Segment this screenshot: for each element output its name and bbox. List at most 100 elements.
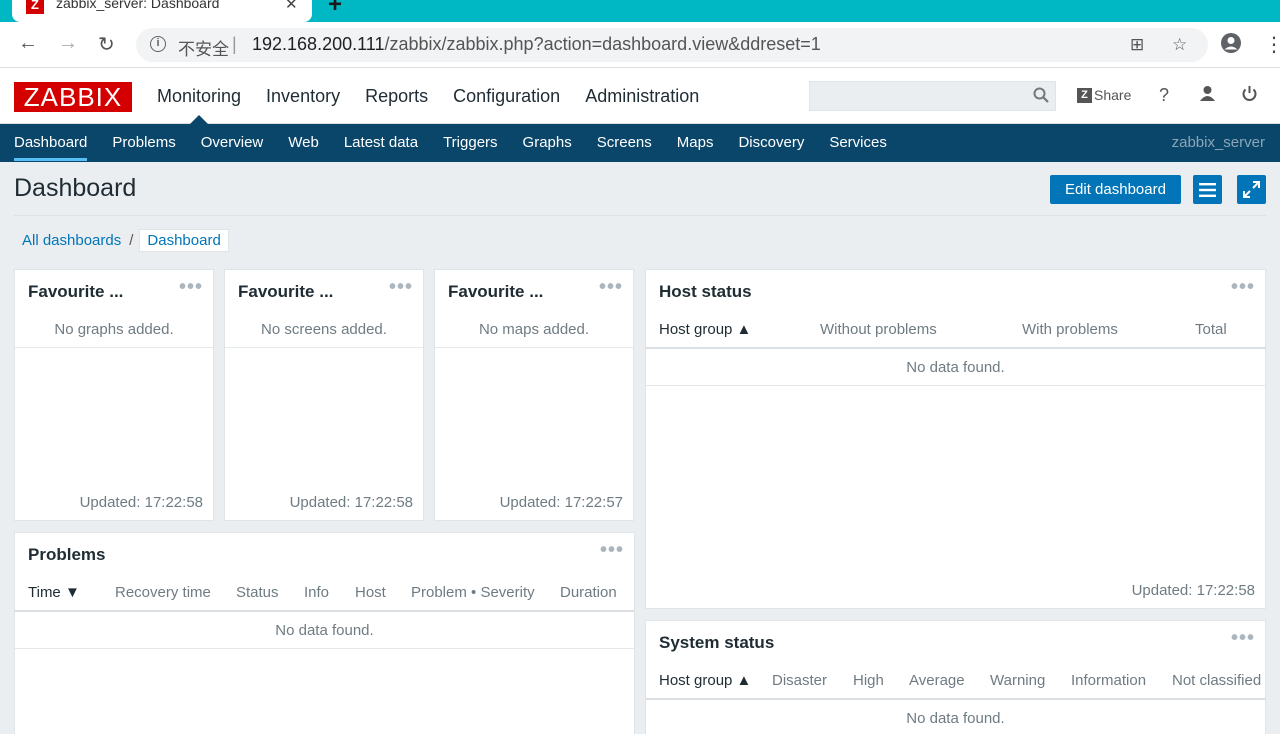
reload-icon[interactable]: ↻ <box>98 32 115 57</box>
widget-options-icon[interactable]: ••• <box>599 276 623 299</box>
widget-empty-message: No data found. <box>275 622 374 639</box>
widget-problems: Problems ••• Time ▼ Recovery time Status… <box>14 532 635 734</box>
widget-options-icon[interactable]: ••• <box>1231 276 1255 299</box>
search-input[interactable] <box>809 81 1056 111</box>
column-status: Status <box>236 584 279 601</box>
zabbix-logo[interactable]: ZABBIX <box>14 82 132 112</box>
zabbix-header: ZABBIX Monitoring Inventory Reports Conf… <box>0 68 1280 124</box>
widget-updated: Updated: 17:22:58 <box>289 494 413 511</box>
column-not-classified: Not classified <box>1172 672 1262 689</box>
help-icon[interactable]: ? <box>1159 85 1169 106</box>
table-header-divider <box>646 347 1265 349</box>
insecure-label: 不安全 <box>178 40 229 59</box>
column-disaster: Disaster <box>772 672 828 689</box>
menu-administration[interactable]: Administration <box>585 86 699 107</box>
submenu-graphs[interactable]: Graphs <box>523 134 572 151</box>
browser-toolbar: ← → ↻ i 不安全 | 192.168.200.111/zabbix/zab… <box>0 22 1280 68</box>
search-icon[interactable] <box>1033 87 1049 103</box>
user-profile-icon[interactable] <box>1199 85 1216 107</box>
share-button[interactable]: Z Share <box>1077 87 1131 103</box>
breadcrumb-current[interactable]: Dashboard <box>139 229 229 252</box>
widget-row-divider <box>646 385 1265 386</box>
column-without-problems: Without problems <box>820 321 937 338</box>
column-warning: Warning <box>990 672 1046 689</box>
browser-tab[interactable]: Z zabbix_server: Dashboard ✕ <box>12 0 312 22</box>
browser-menu-icon[interactable]: ⋮ <box>1264 32 1280 57</box>
url-separator: | <box>232 34 237 54</box>
column-info: Info <box>304 584 330 601</box>
widget-row-divider <box>15 347 213 348</box>
submenu-triggers[interactable]: Triggers <box>443 134 497 151</box>
main-menu: Monitoring Inventory Reports Configurati… <box>157 86 699 107</box>
widget-options-icon[interactable]: ••• <box>179 276 203 299</box>
menu-reports[interactable]: Reports <box>365 86 428 107</box>
profile-avatar-icon[interactable] <box>1220 32 1242 60</box>
menu-inventory[interactable]: Inventory <box>266 86 340 107</box>
submenu-services[interactable]: Services <box>829 134 887 151</box>
widget-empty-message: No data found. <box>906 359 1005 376</box>
title-divider <box>14 215 1266 216</box>
zabbix-share-icon: Z <box>1077 87 1092 103</box>
sub-menu: Dashboard Problems Overview Web Latest d… <box>0 124 1280 162</box>
forward-arrow-icon[interactable]: → <box>58 32 78 55</box>
dashboard-actions-button[interactable] <box>1193 175 1222 204</box>
share-label: Share <box>1094 87 1132 103</box>
new-tab-icon[interactable]: + <box>328 0 342 19</box>
browser-tabstrip: Z zabbix_server: Dashboard ✕ + <box>0 0 1280 22</box>
widget-title: Favourite ... <box>448 282 544 301</box>
widget-title: System status <box>659 633 775 652</box>
menu-configuration[interactable]: Configuration <box>453 86 560 107</box>
tab-close-icon[interactable]: ✕ <box>285 0 298 13</box>
widget-updated: Updated: 17:22:58 <box>1131 582 1255 599</box>
info-icon[interactable]: i <box>150 36 166 52</box>
submenu-latest-data[interactable]: Latest data <box>344 134 418 151</box>
widget-options-icon[interactable]: ••• <box>1231 627 1255 650</box>
widget-row-divider <box>435 347 633 348</box>
widget-updated: Updated: 17:22:58 <box>79 494 203 511</box>
widget-row-divider <box>225 347 423 348</box>
back-arrow-icon[interactable]: ← <box>18 32 38 55</box>
submenu-dashboard[interactable]: Dashboard <box>14 134 88 161</box>
url-text[interactable]: 192.168.200.111/zabbix/zabbix.php?action… <box>252 34 821 55</box>
translate-icon[interactable]: ⊞ <box>1130 35 1144 55</box>
widget-empty-message: No maps added. <box>478 321 590 338</box>
widget-options-icon[interactable]: ••• <box>600 539 624 562</box>
sign-out-icon[interactable] <box>1241 85 1258 107</box>
widget-favourite-graphs: Favourite ... ••• No graphs added. Updat… <box>14 269 214 521</box>
widget-title: Favourite ... <box>238 282 334 301</box>
submenu-maps[interactable]: Maps <box>677 134 714 151</box>
column-host-group[interactable]: Host group ▲ <box>659 672 751 689</box>
widget-system-status: System status ••• Host group ▲ Disaster … <box>645 620 1266 734</box>
widget-empty-message: No graphs added. <box>54 321 174 338</box>
column-average: Average <box>909 672 965 689</box>
widget-title: Favourite ... <box>28 282 124 301</box>
tab-title: zabbix_server: Dashboard <box>56 0 220 11</box>
submenu-discovery[interactable]: Discovery <box>738 134 804 151</box>
submenu-screens[interactable]: Screens <box>597 134 652 151</box>
widget-favourite-screens: Favourite ... ••• No screens added. Upda… <box>224 269 424 521</box>
menu-monitoring[interactable]: Monitoring <box>157 86 241 107</box>
table-header-divider <box>646 698 1265 700</box>
widget-options-icon[interactable]: ••• <box>389 276 413 299</box>
column-host-group[interactable]: Host group ▲ <box>659 321 751 338</box>
widget-title: Problems <box>28 545 106 564</box>
submenu-web[interactable]: Web <box>288 134 319 151</box>
submenu-problems[interactable]: Problems <box>112 134 175 151</box>
table-header-divider <box>15 610 634 612</box>
column-recovery-time: Recovery time <box>115 584 211 601</box>
breadcrumb: All dashboards / Dashboard <box>14 228 229 253</box>
widget-empty-message: No screens added. <box>261 321 387 338</box>
breadcrumb-all-dashboards[interactable]: All dashboards <box>14 232 129 249</box>
column-time[interactable]: Time ▼ <box>28 584 80 601</box>
address-bar[interactable]: i 不安全 | 192.168.200.111/zabbix/zabbix.ph… <box>136 28 1208 62</box>
column-host: Host <box>355 584 386 601</box>
edit-dashboard-button[interactable]: Edit dashboard <box>1050 175 1181 204</box>
fullscreen-button[interactable] <box>1237 175 1266 204</box>
widget-favourite-maps: Favourite ... ••• No maps added. Updated… <box>434 269 634 521</box>
widget-updated: Updated: 17:22:57 <box>499 494 623 511</box>
zabbix-favicon-icon: Z <box>26 0 44 14</box>
server-name: zabbix_server <box>1171 134 1265 151</box>
bookmark-star-icon[interactable]: ☆ <box>1172 35 1187 55</box>
column-duration: Duration <box>560 584 617 601</box>
submenu-overview[interactable]: Overview <box>201 134 264 151</box>
